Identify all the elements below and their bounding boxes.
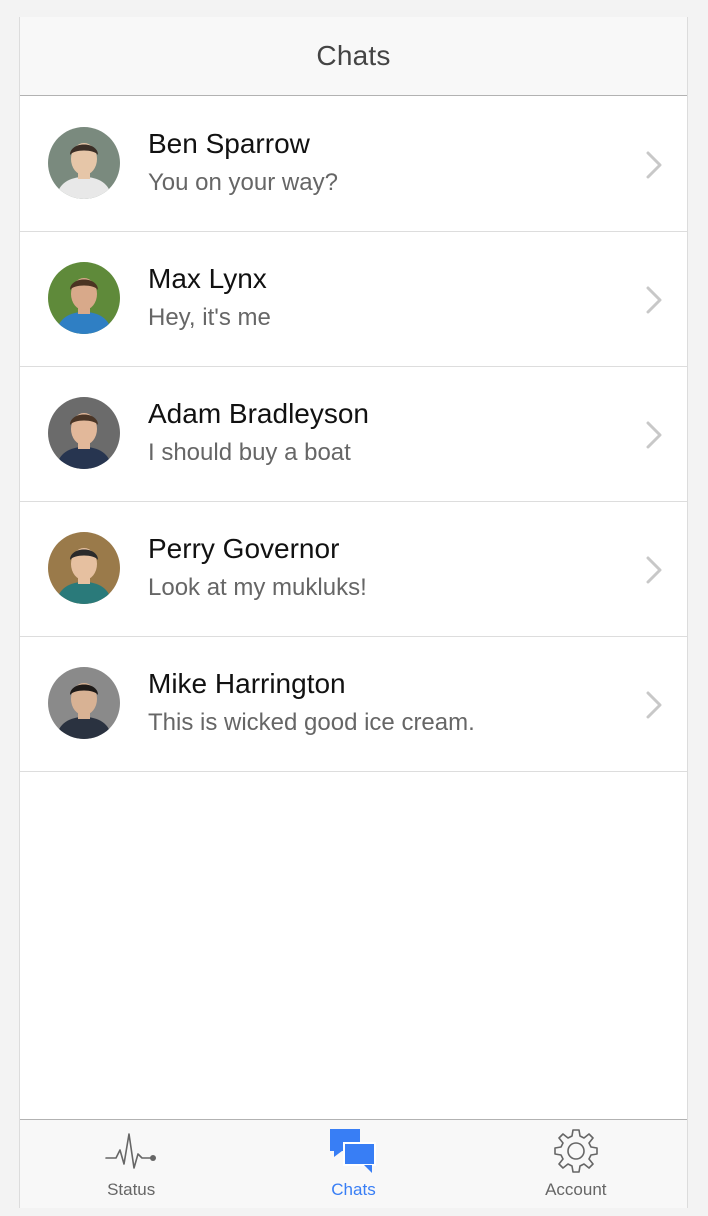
chat-item-mike-harrington[interactable]: Mike Harrington This is wicked good ice … <box>20 636 687 772</box>
chat-item-max-lynx[interactable]: Max Lynx Hey, it's me <box>20 231 687 367</box>
chat-name: Mike Harrington <box>148 668 346 699</box>
chat-bubbles-icon <box>325 1125 381 1177</box>
tab-account[interactable]: Account <box>465 1120 687 1208</box>
tab-status[interactable]: Status <box>20 1120 242 1208</box>
chevron-right-icon <box>646 286 662 314</box>
avatar <box>48 397 120 469</box>
nav-bar: Chats <box>20 17 687 96</box>
pulse-icon <box>103 1125 159 1177</box>
chat-preview: I should buy a boat <box>148 439 351 466</box>
avatar <box>48 127 120 199</box>
chat-preview: This is wicked good ice cream. <box>148 709 475 736</box>
chat-preview: Hey, it's me <box>148 304 271 331</box>
chat-name: Max Lynx <box>148 263 267 294</box>
chat-item-perry-governor[interactable]: Perry Governor Look at my mukluks! <box>20 501 687 637</box>
chat-item-ben-sparrow[interactable]: Ben Sparrow You on your way? <box>20 97 687 232</box>
chat-preview: You on your way? <box>148 169 338 196</box>
tab-chats[interactable]: Chats <box>242 1120 464 1208</box>
chevron-right-icon <box>646 151 662 179</box>
tab-label: Chats <box>331 1180 376 1199</box>
chat-list: Ben Sparrow You on your way? Max Lynx He… <box>20 97 687 772</box>
tab-label: Status <box>107 1180 156 1199</box>
tab-bar: Status Chats Account <box>20 1119 687 1208</box>
app-screen: Chats Ben Sparrow You on your way? Max L… <box>19 17 688 1208</box>
chevron-right-icon <box>646 421 662 449</box>
avatar <box>48 262 120 334</box>
page-title: Chats <box>316 40 391 71</box>
gear-icon <box>548 1125 604 1177</box>
chat-preview: Look at my mukluks! <box>148 574 367 601</box>
chat-name: Perry Governor <box>148 533 340 564</box>
chat-name: Adam Bradleyson <box>148 398 370 429</box>
tab-label: Account <box>545 1180 607 1199</box>
chat-item-adam-bradleyson[interactable]: Adam Bradleyson I should buy a boat <box>20 366 687 502</box>
avatar <box>48 667 120 739</box>
chevron-right-icon <box>646 556 662 584</box>
chat-name: Ben Sparrow <box>148 128 310 159</box>
chevron-right-icon <box>646 691 662 719</box>
avatar <box>48 532 120 604</box>
